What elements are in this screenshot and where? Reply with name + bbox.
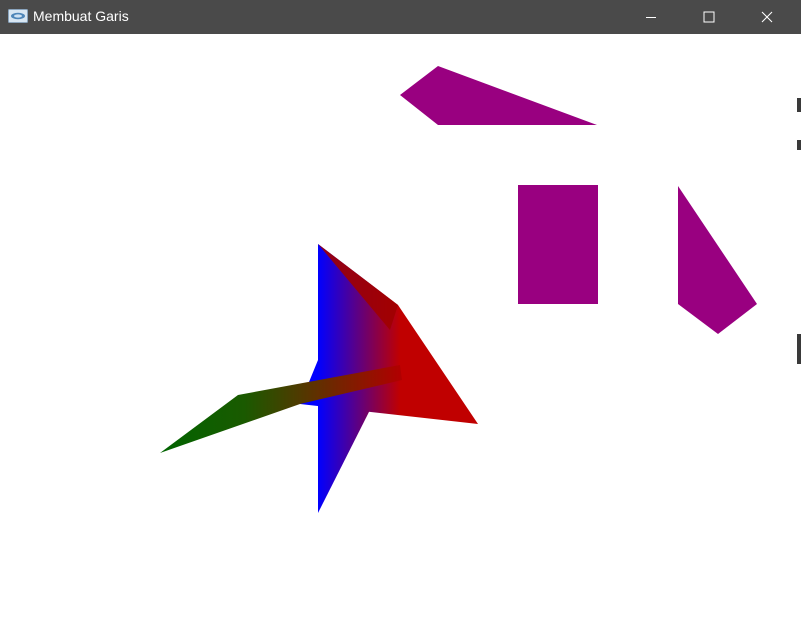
app-window: Membuat Garis [0,0,801,628]
edge-mark [797,98,801,112]
maximize-icon [703,11,715,23]
title-bar[interactable]: Membuat Garis [0,0,801,34]
drawing-canvas[interactable] [0,34,797,628]
minimize-button[interactable] [628,0,674,34]
edge-mark [797,140,801,150]
edge-mark [797,334,801,364]
purple-kite [678,186,757,334]
window-title: Membuat Garis [33,8,129,24]
close-icon [761,11,773,23]
drawing-surface [160,66,757,513]
minimize-icon [646,17,656,18]
maximize-button[interactable] [686,0,732,34]
background-window-edge [797,34,801,628]
close-button[interactable] [744,0,790,34]
app-icon [8,9,28,23]
purple-rectangle [518,185,598,304]
purple-quad [400,66,597,125]
